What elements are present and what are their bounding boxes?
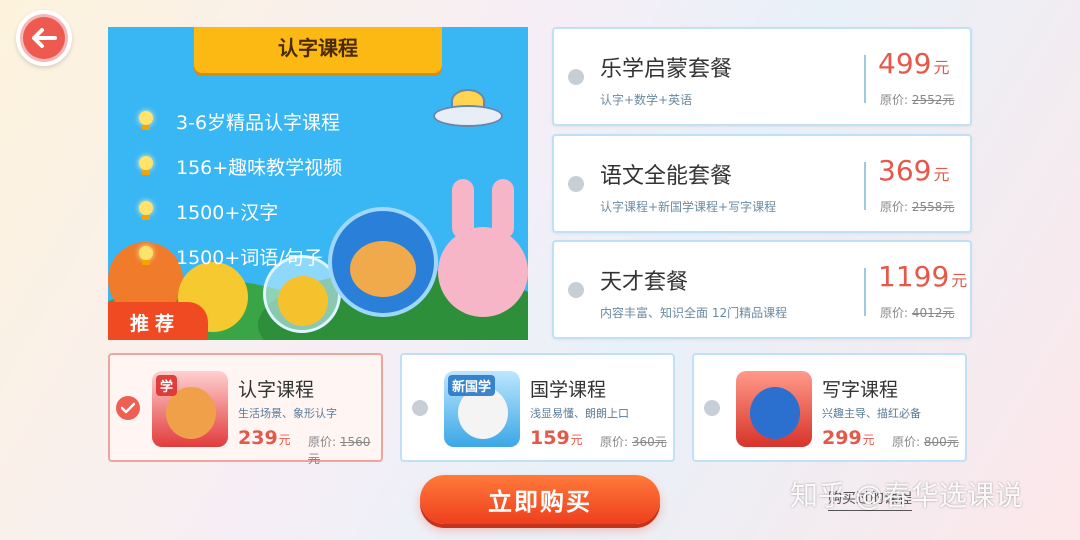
radio-button[interactable] [568, 176, 584, 192]
radio-button[interactable] [568, 69, 584, 85]
package-name: 天才套餐 [600, 270, 689, 295]
divider [864, 162, 866, 210]
course-name: 写字课程 [822, 379, 899, 401]
lightbulb-icon [136, 155, 156, 178]
course-name: 认字课程 [238, 379, 315, 401]
package-name: 语文全能套餐 [600, 164, 733, 189]
course-price: 239元 [238, 427, 291, 449]
buy-now-button[interactable]: 立即购买 [420, 475, 660, 524]
course-card-1[interactable]: 学 认字课程 生活场景、象形认字 239元 原价: 1560元 [108, 353, 383, 466]
back-button[interactable] [16, 10, 72, 66]
radio-button[interactable] [412, 400, 428, 416]
watermark: 知乎 @春华选课说 [790, 479, 1023, 512]
course-price: 159元 [530, 427, 583, 449]
package-desc: 认字课程+新国学课程+写字课程 [600, 200, 777, 214]
checkmark-icon[interactable] [116, 396, 140, 420]
course-desc: 兴趣主导、描红必备 [822, 407, 921, 420]
lightbulb-icon [136, 245, 156, 268]
package-desc: 内容丰富、知识全面 12门精品课程 [600, 306, 788, 320]
package-card-2[interactable]: 语文全能套餐 认字课程+新国学课程+写字课程 369 元 原价: 2558元 [552, 134, 972, 233]
package-card-3[interactable]: 天才套餐 内容丰富、知识全面 12门精品课程 1199 元 原价: 4012元 [552, 240, 972, 339]
course-thumbnail: 新国学 [444, 371, 520, 447]
pink-rabbit-character [438, 179, 528, 317]
package-original-price: 原价: 2558元 [880, 200, 955, 214]
course-thumbnail [736, 371, 812, 447]
feature-item: 1500+汉字 [136, 189, 342, 234]
package-name: 乐学启蒙套餐 [600, 57, 733, 82]
recommend-tag: 推荐 [108, 302, 208, 340]
course-card-3[interactable]: 写字课程 兴趣主导、描红必备 299元 原价: 800元 [692, 353, 967, 462]
arrow-left-icon [23, 17, 65, 59]
feature-list: 3-6岁精品认字课程 156+趣味教学视频 1500+汉字 1500+词语/句子 [136, 99, 342, 279]
banner-title: 认字课程 [194, 27, 442, 73]
course-thumbnail: 学 [152, 371, 228, 447]
course-desc: 浅显易懂、朗朗上口 [530, 407, 629, 420]
astronaut-dog-character [328, 207, 438, 317]
course-card-2[interactable]: 新国学 国学课程 浅显易懂、朗朗上口 159元 原价: 360元 [400, 353, 675, 462]
radio-button[interactable] [568, 282, 584, 298]
course-original-price: 原价: 360元 [600, 435, 667, 449]
ufo-decoration [433, 87, 503, 131]
feature-item: 156+趣味教学视频 [136, 144, 342, 189]
package-price: 1199 元 [878, 260, 968, 293]
package-original-price: 原价: 4012元 [880, 306, 955, 320]
course-name: 国学课程 [530, 379, 607, 401]
feature-item: 1500+词语/句子 [136, 234, 342, 279]
package-card-1[interactable]: 乐学启蒙套餐 认字+数学+英语 499 元 原价: 2552元 [552, 27, 972, 126]
divider [864, 268, 866, 316]
package-price: 369 元 [878, 154, 950, 187]
divider [864, 55, 866, 103]
lightbulb-icon [136, 200, 156, 223]
package-desc: 认字+数学+英语 [600, 93, 693, 107]
package-original-price: 原价: 2552元 [880, 93, 955, 107]
radio-button[interactable] [704, 400, 720, 416]
feature-item: 3-6岁精品认字课程 [136, 99, 342, 144]
course-banner: 认字课程 3-6岁精品认字课程 156+趣味教学视频 1500+汉字 1500+… [108, 27, 528, 340]
course-original-price: 原价: 1560元 [308, 435, 371, 466]
package-price: 499 元 [878, 47, 950, 80]
lightbulb-icon [136, 110, 156, 133]
course-desc: 生活场景、象形认字 [238, 407, 337, 420]
course-original-price: 原价: 800元 [892, 435, 959, 449]
course-price: 299元 [822, 427, 875, 449]
